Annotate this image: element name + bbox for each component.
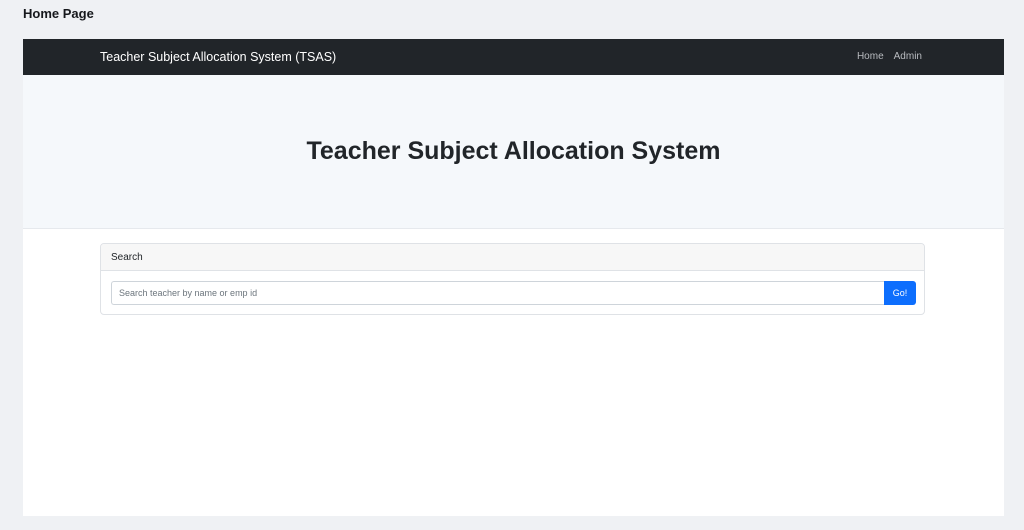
search-card: Search Go! <box>100 243 925 315</box>
search-card-header: Search <box>101 244 924 271</box>
navbar-brand[interactable]: Teacher Subject Allocation System (TSAS) <box>100 39 336 75</box>
hero-banner: Teacher Subject Allocation System <box>23 75 1004 229</box>
nav-link-home[interactable]: Home <box>857 39 884 75</box>
search-form: Go! <box>111 281 916 305</box>
page-title: Teacher Subject Allocation System <box>306 137 721 165</box>
go-button[interactable]: Go! <box>884 281 916 305</box>
search-input[interactable] <box>111 281 884 305</box>
navbar-links: Home Admin <box>857 39 922 75</box>
app-viewport: Teacher Subject Allocation System (TSAS)… <box>23 39 1004 516</box>
nav-link-admin[interactable]: Admin <box>894 39 922 75</box>
top-navbar: Teacher Subject Allocation System (TSAS)… <box>23 39 1004 75</box>
frame-title: Home Page <box>23 6 94 21</box>
